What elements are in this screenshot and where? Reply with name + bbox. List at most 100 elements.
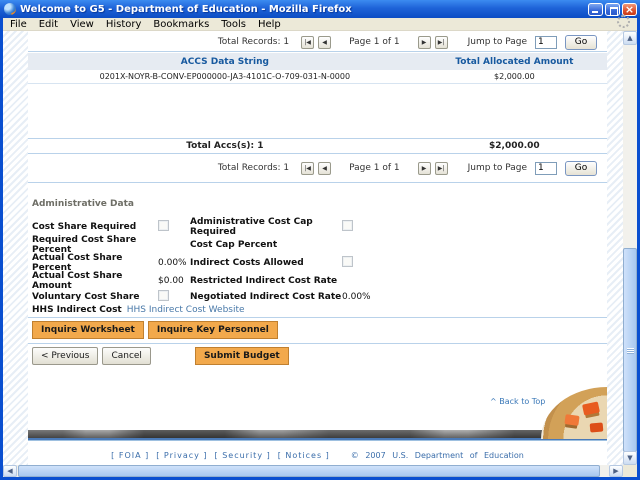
submit-budget-button[interactable]: Submit Budget (194, 347, 289, 365)
voluntary-cost-share-checkbox[interactable] (158, 289, 169, 301)
back-to-top-link[interactable]: ^ Back to Top (490, 397, 545, 406)
next-page-button[interactable]: ▶ (417, 35, 431, 49)
actual-cost-share-amount-label: Actual Cost Share Amount (32, 270, 123, 291)
form-row: Cost Share Required Administrative Cost … (32, 217, 452, 237)
admin-form: Cost Share Required Administrative Cost … (32, 217, 452, 304)
page-of-label: Page 1 of 1 (349, 163, 400, 173)
first-page-button[interactable]: |◀ (301, 35, 315, 49)
nav-button-row: < Previous Cancel Submit Budget (32, 347, 289, 365)
total-records-label: Total Records: 1 (217, 163, 290, 173)
metallic-divider-bar (28, 430, 607, 438)
classroom-chairs-image (541, 387, 607, 439)
table-total-row: Total Accs(s): 1 $2,000.00 (28, 138, 607, 154)
menu-tools[interactable]: Tools (215, 18, 252, 31)
divider (28, 182, 607, 183)
indirect-costs-allowed-label: Indirect Costs Allowed (190, 257, 304, 268)
go-button[interactable]: Go (565, 34, 597, 50)
form-row: Required Cost Share Percent Cost Cap Per… (32, 235, 452, 255)
menu-bookmarks[interactable]: Bookmarks (147, 18, 215, 31)
minimize-button[interactable] (588, 2, 603, 16)
jump-to-page-label: Jump to Page (467, 37, 527, 47)
horizontal-scrollbar[interactable]: ◀ ▶ (3, 465, 623, 477)
table-header: ACCS Data String Total Allocated Amount (28, 53, 607, 70)
scrollbar-corner (623, 465, 637, 477)
security-link[interactable]: [ Security ] (215, 451, 271, 460)
menu-view[interactable]: View (64, 18, 100, 31)
actual-cost-share-percent-label: Actual Cost Share Percent (32, 252, 123, 273)
actual-cost-share-amount-value: $0.00 (158, 275, 184, 286)
menu-history[interactable]: History (100, 18, 148, 31)
form-row: Actual Cost Share Percent 0.00% Indirect… (32, 252, 452, 273)
inquire-button-row: Inquire Worksheet Inquire Key Personnel (32, 321, 278, 339)
vertical-scrollbar[interactable]: ▲ ▼ (623, 31, 637, 465)
first-page-button[interactable]: |◀ (301, 161, 315, 175)
divider (28, 51, 607, 52)
menu-bar: File Edit View History Bookmarks Tools H… (0, 18, 640, 31)
pagination-top: Total Records: 1 |◀ ◀ Page 1 of 1 ▶ ▶| J… (28, 33, 607, 51)
jump-to-page-input[interactable] (535, 35, 557, 49)
scroll-up-icon[interactable]: ▲ (623, 31, 637, 45)
page-of-label: Page 1 of 1 (349, 37, 400, 47)
column-header-accs: ACCS Data String (180, 56, 269, 67)
next-page-button[interactable]: ▶ (417, 161, 431, 175)
scroll-right-icon[interactable]: ▶ (609, 465, 623, 477)
window-border (0, 18, 3, 480)
go-button[interactable]: Go (565, 160, 597, 176)
activity-spinner-icon (617, 15, 630, 28)
accs-data-string: 0201X-NOYR-B-CONV-EP000000-JA3-4101C-O-7… (99, 72, 351, 81)
column-header-amount: Total Allocated Amount (455, 56, 574, 67)
cost-share-required-checkbox[interactable] (158, 220, 169, 231)
inquire-worksheet-button[interactable]: Inquire Worksheet (32, 321, 144, 339)
foia-link[interactable]: [ FOIA ] (111, 451, 149, 460)
indirect-costs-allowed-checkbox[interactable] (342, 255, 353, 267)
total-accs-label: Total Accs(s): 1 (186, 141, 264, 151)
divider (28, 343, 607, 344)
admin-cost-cap-required-checkbox[interactable] (342, 220, 353, 231)
prev-page-button[interactable]: ◀ (318, 35, 332, 49)
vertical-scroll-thumb[interactable] (623, 248, 637, 452)
hhs-indirect-cost-row: HHS Indirect Cost HHS Indirect Cost Webs… (32, 305, 245, 315)
cost-cap-percent-label: Cost Cap Percent (190, 240, 278, 250)
admin-cost-cap-required-label: Administrative Cost Cap Required (190, 217, 313, 237)
inquire-key-personnel-button[interactable]: Inquire Key Personnel (147, 321, 278, 339)
menu-help[interactable]: Help (252, 18, 287, 31)
previous-button[interactable]: < Previous (32, 347, 99, 365)
last-page-button[interactable]: ▶| (434, 161, 448, 175)
actual-cost-share-percent-value: 0.00% (158, 257, 187, 268)
last-page-button[interactable]: ▶| (434, 35, 448, 49)
jump-to-page-input[interactable] (535, 161, 557, 175)
prev-page-button[interactable]: ◀ (318, 161, 332, 175)
negotiated-indirect-cost-rate-label: Negotiated Indirect Cost Rate (190, 291, 342, 302)
close-button[interactable] (622, 2, 637, 16)
cancel-button[interactable]: Cancel (102, 347, 151, 365)
cost-share-required-label: Cost Share Required (32, 222, 137, 232)
menu-file[interactable]: File (4, 18, 33, 31)
hhs-indirect-cost-website-link[interactable]: HHS Indirect Cost Website (127, 305, 245, 315)
horizontal-scroll-thumb[interactable] (18, 465, 600, 477)
page-viewport: Total Records: 1 |◀ ◀ Page 1 of 1 ▶ ▶| J… (3, 31, 623, 465)
divider (28, 317, 607, 318)
scroll-left-icon[interactable]: ◀ (3, 465, 17, 477)
firefox-icon (4, 3, 16, 15)
copyright-text: © 2007 U.S. Department of Education (350, 451, 524, 460)
restricted-indirect-cost-rate-label: Restricted Indirect Cost Rate (190, 275, 338, 286)
privacy-link[interactable]: [ Privacy ] (156, 451, 207, 460)
voluntary-cost-share-label: Voluntary Cost Share (32, 291, 140, 302)
total-amount: $2,000.00 (489, 141, 540, 151)
restore-button[interactable] (605, 2, 620, 16)
notices-link[interactable]: [ Notices ] (278, 451, 330, 460)
total-records-label: Total Records: 1 (217, 37, 290, 47)
negotiated-indirect-cost-rate-value: 0.00% (342, 291, 371, 302)
menu-edit[interactable]: Edit (33, 18, 64, 31)
pagination-bottom: Total Records: 1 |◀ ◀ Page 1 of 1 ▶ ▶| J… (28, 159, 607, 177)
allocated-amount: $2,000.00 (493, 72, 535, 81)
scroll-down-icon[interactable]: ▼ (623, 451, 637, 465)
form-row: Actual Cost Share Amount $0.00 Restricte… (32, 270, 452, 291)
admin-data-heading: Administrative Data (32, 199, 134, 209)
page-content: Total Records: 1 |◀ ◀ Page 1 of 1 ▶ ▶| J… (28, 31, 607, 465)
jump-to-page-label: Jump to Page (467, 163, 527, 173)
title-bar: Welcome to G5 - Department of Education … (0, 0, 640, 18)
browser-window: Welcome to G5 - Department of Education … (0, 0, 640, 480)
form-row: Voluntary Cost Share Negotiated Indirect… (32, 289, 452, 304)
hhs-indirect-cost-label: HHS Indirect Cost (32, 305, 122, 315)
